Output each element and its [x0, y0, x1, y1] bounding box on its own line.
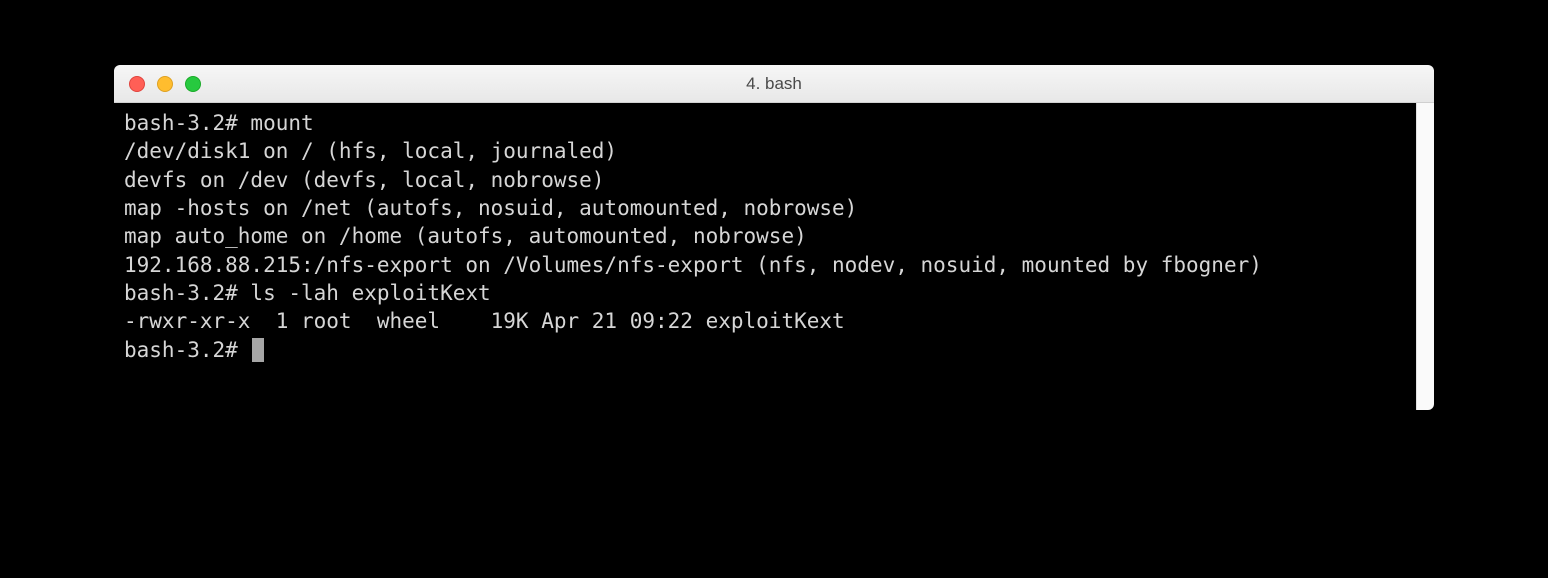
- scrollbar[interactable]: [1416, 103, 1434, 410]
- close-icon[interactable]: [129, 76, 145, 92]
- terminal-line: bash-3.2# mount: [124, 109, 1406, 137]
- terminal-prompt-line: bash-3.2#: [124, 336, 1406, 364]
- minimize-icon[interactable]: [157, 76, 173, 92]
- terminal-line: /dev/disk1 on / (hfs, local, journaled): [124, 137, 1406, 165]
- terminal-line: map -hosts on /net (autofs, nosuid, auto…: [124, 194, 1406, 222]
- terminal-body: bash-3.2# mount/dev/disk1 on / (hfs, loc…: [114, 103, 1434, 410]
- window-titlebar[interactable]: 4. bash: [114, 65, 1434, 103]
- maximize-icon[interactable]: [185, 76, 201, 92]
- terminal-line: map auto_home on /home (autofs, automoun…: [124, 222, 1406, 250]
- traffic-lights: [114, 76, 201, 92]
- terminal-content[interactable]: bash-3.2# mount/dev/disk1 on / (hfs, loc…: [114, 103, 1416, 410]
- terminal-line: devfs on /dev (devfs, local, nobrowse): [124, 166, 1406, 194]
- window-title: 4. bash: [114, 74, 1434, 94]
- terminal-prompt: bash-3.2#: [124, 338, 250, 362]
- terminal-line: bash-3.2# ls -lah exploitKext: [124, 279, 1406, 307]
- terminal-line: -rwxr-xr-x 1 root wheel 19K Apr 21 09:22…: [124, 307, 1406, 335]
- terminal-window: 4. bash bash-3.2# mount/dev/disk1 on / (…: [114, 65, 1434, 410]
- cursor-icon: [252, 338, 264, 362]
- terminal-line: 192.168.88.215:/nfs-export on /Volumes/n…: [124, 251, 1406, 279]
